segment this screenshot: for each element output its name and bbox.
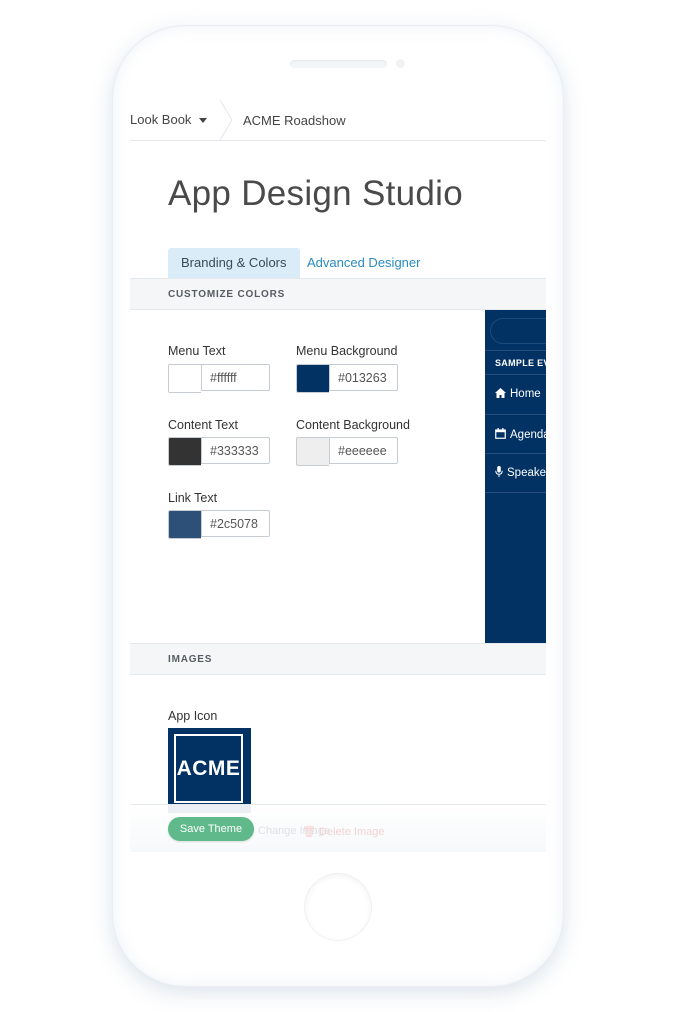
preview-divider [485,453,546,454]
menu-text-swatch[interactable] [168,364,201,393]
preview-divider [485,414,546,415]
save-theme-button[interactable]: Save Theme [168,817,254,841]
preview-divider [485,374,546,375]
breadcrumb: Look Book ACME Roadshow [130,96,546,141]
breadcrumb-look-book[interactable]: Look Book [130,112,208,127]
tab-advanced-designer[interactable]: Advanced Designer [294,248,433,278]
home-icon [495,388,506,398]
link-text-input[interactable]: #2c5078 [201,510,270,537]
menu-background-input[interactable]: #013263 [329,364,398,391]
phone-camera [396,59,405,68]
content-background-input[interactable]: #eeeeee [329,437,398,464]
phone-speaker [290,60,387,68]
link-text-swatch[interactable] [168,510,201,539]
content-text-input[interactable]: #333333 [201,437,270,464]
section-title-colors: CUSTOMIZE COLORS [168,289,286,300]
trash-icon: 🗑 [302,826,316,838]
section-header-colors: CUSTOMIZE COLORS [130,278,546,310]
link-text-label: Link Text [168,491,218,505]
preview-event-label: SAMPLE EVENT [495,358,546,368]
menu-text-label: Menu Text [168,344,226,358]
menu-text-input[interactable]: #ffffff [201,364,270,391]
content-background-swatch[interactable] [296,437,329,466]
preview-menu-home: Home [495,388,541,400]
footer-toolbar: Change Image 🗑 Delete Image Save Theme [130,804,546,852]
page-title: App Design Studio [168,174,464,213]
preview-menu-agenda: Agenda [495,428,546,441]
menu-background-swatch[interactable] [296,364,329,393]
preview-menu-speakers-label: Speakers [507,467,546,479]
preview-divider [485,350,546,351]
tab-branding-colors[interactable]: Branding & Colors [168,248,300,278]
phone-home-button[interactable] [305,874,371,940]
app-preview: SAMPLE EVENT Home Agenda Speakers [485,310,546,643]
chevron-down-icon [199,118,208,124]
breadcrumb-separator-icon [219,100,233,140]
menu-background-label: Menu Background [296,344,398,358]
delete-image-button[interactable]: 🗑 Delete Image [302,825,384,838]
content-text-label: Content Text [168,418,238,432]
section-header-images: IMAGES [130,643,546,675]
acme-logo: ACME [174,734,243,803]
delete-image-label: Delete Image [319,826,385,838]
app-icon-image: ACME [168,728,251,813]
breadcrumb-look-book-label: Look Book [130,112,192,127]
section-title-images: IMAGES [168,654,213,665]
calendar-icon [495,428,506,439]
app-icon-label: App Icon [168,709,218,723]
preview-menu-speakers: Speakers [495,466,546,479]
preview-menu-home-label: Home [510,388,541,400]
app-screen: Look Book ACME Roadshow App Design Studi… [130,96,546,852]
preview-divider [485,492,546,493]
microphone-icon [495,466,503,477]
preview-menu-agenda-label: Agenda [510,429,546,441]
content-background-label: Content Background [296,418,410,432]
breadcrumb-acme-roadshow[interactable]: ACME Roadshow [243,113,346,128]
preview-search-bar [490,318,546,344]
content-text-swatch[interactable] [168,437,201,466]
